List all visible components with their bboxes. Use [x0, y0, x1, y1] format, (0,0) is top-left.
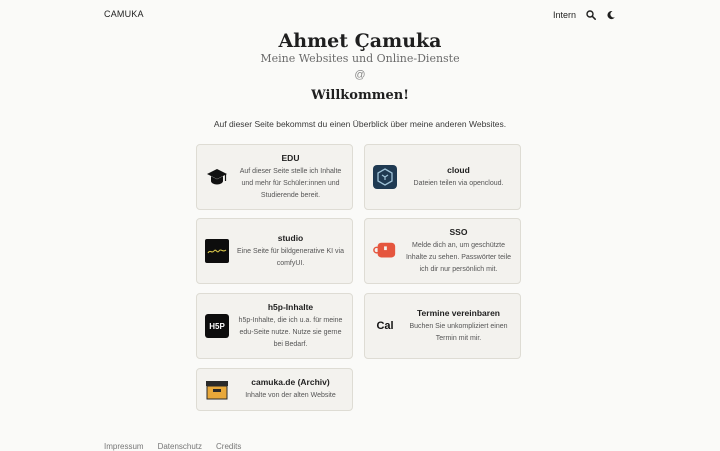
card-title: studio [277, 232, 304, 243]
card-h5p[interactable]: H5P h5p-Inhalte h5p-Inhalte, die ich u.a… [196, 293, 353, 359]
card-description: Auf dieser Seite stelle ich Inhalte und … [239, 167, 342, 199]
moon-icon[interactable] [605, 9, 616, 20]
h5p-logo-text: H5P [209, 321, 225, 331]
cal-logo-icon: Cal [373, 314, 397, 338]
hero-section: Ahmet Çamuka Meine Websites und Online-D… [0, 30, 720, 129]
card-archiv[interactable]: camuka.de (Archiv) Inhalte von der alten… [196, 368, 353, 411]
card-cloud[interactable]: cloud Dateien teilen via opencloud. [364, 144, 521, 210]
card-description: Buchen Sie unkompliziert einen Termin mi… [409, 322, 508, 342]
cal-logo-text: Cal [376, 320, 394, 332]
card-title: EDU [281, 152, 300, 163]
card-description: Inhalte von der alten Website [245, 392, 336, 399]
page-subtitle: Meine Websites und Online-Dienste [260, 52, 460, 65]
card-description: Melde dich an, um geschützte Inhalte zu … [405, 241, 512, 273]
intro-text: Auf dieser Seite bekommst du einen Überb… [213, 119, 507, 129]
welcome-heading: Willkommen! [311, 88, 409, 103]
at-symbol: @ [354, 69, 366, 81]
nav-right-group: Intern [553, 9, 616, 20]
card-sso[interactable]: SSO Melde dich an, um geschützte Inhalte… [364, 218, 521, 284]
card-title: Termine vereinbaren [417, 307, 500, 318]
sso-logo-icon [373, 239, 397, 263]
card-studio[interactable]: studio Eine Seite für bildgenerative KI … [196, 218, 353, 284]
card-title: cloud [447, 164, 470, 175]
card-description: Eine Seite für bildgenerative KI via com… [236, 247, 344, 267]
studio-logo-icon [205, 239, 229, 263]
top-navigation: CAMUKA Intern [0, 0, 720, 28]
card-termine[interactable]: Cal Termine vereinbaren Buchen Sie unkom… [364, 293, 521, 359]
archive-box-icon [205, 378, 229, 402]
card-edu[interactable]: EDU Auf dieser Seite stelle ich Inhalte … [196, 144, 353, 210]
card-description: Dateien teilen via opencloud. [413, 179, 504, 187]
card-description: h5p-Inhalte, die ich u.a. für meine edu-… [238, 316, 343, 348]
h5p-logo-icon: H5P [205, 314, 229, 338]
intern-link[interactable]: Intern [553, 10, 576, 20]
search-icon[interactable] [585, 9, 596, 20]
card-title: camuka.de (Archiv) [251, 377, 330, 387]
card-title: h5p-Inhalte [267, 301, 314, 312]
page-title: Ahmet Çamuka [278, 30, 442, 52]
site-brand-link[interactable]: CAMUKA [104, 9, 144, 19]
cloud-logo-icon [373, 165, 397, 189]
graduation-cap-icon [205, 165, 229, 189]
card-title: SSO [449, 226, 468, 237]
